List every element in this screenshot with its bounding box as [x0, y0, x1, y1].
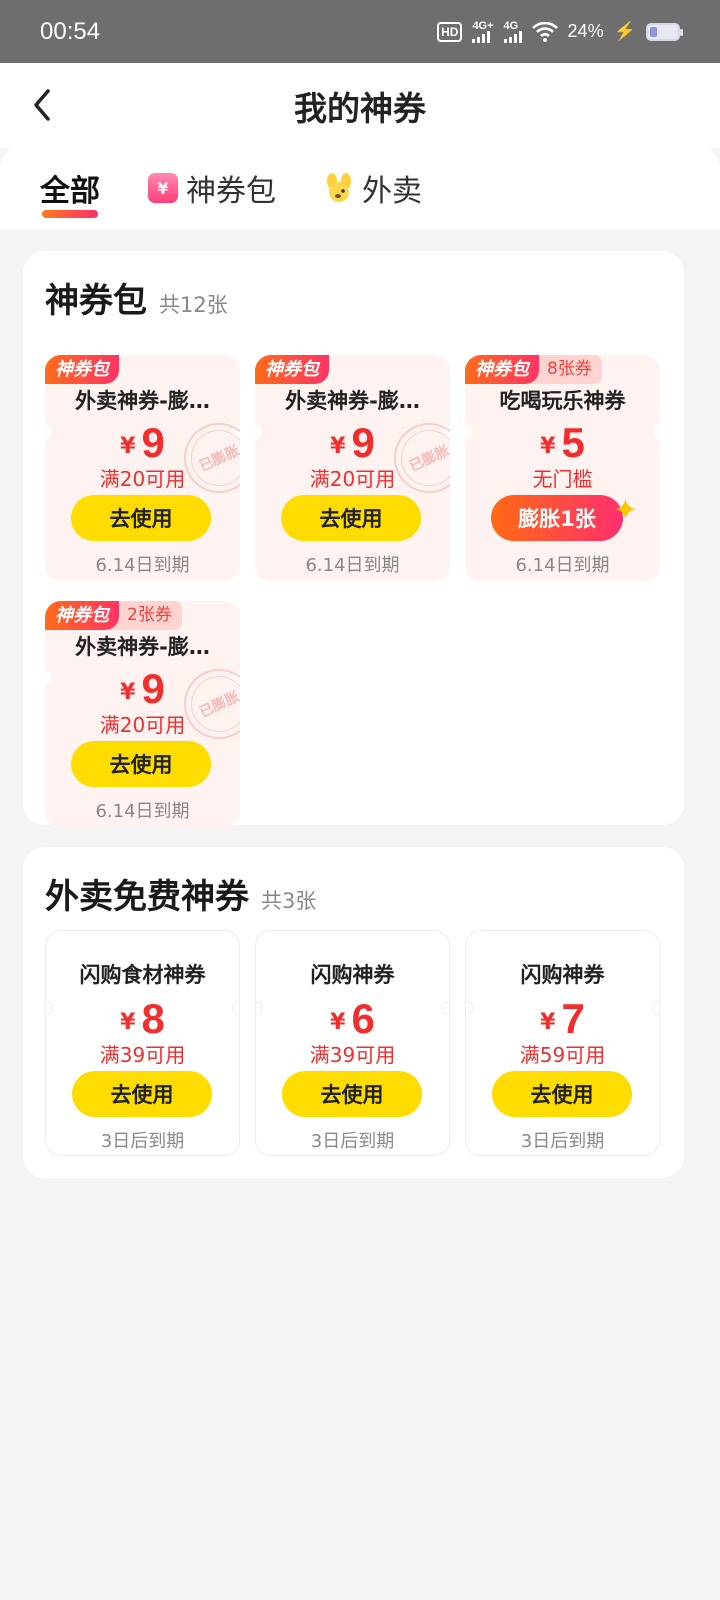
- coupon-amount: 8: [141, 995, 165, 1042]
- coupon-pack-icon: ¥: [148, 173, 178, 203]
- currency-symbol: ¥: [120, 434, 136, 459]
- tab-active-indicator: [42, 210, 98, 218]
- coupon-expiry: 6.14日到期: [305, 555, 400, 576]
- currency-symbol: ¥: [120, 1010, 136, 1035]
- status-time: 00:54: [40, 17, 101, 45]
- coupon-tag: 神券包: [465, 355, 539, 384]
- section-count: 共12张: [159, 293, 228, 317]
- network-type-2: 4G: [503, 19, 519, 32]
- coupon-tag: 神券包: [45, 355, 119, 384]
- tab-label: 神券包: [186, 174, 276, 209]
- coupon-tag: 神券包: [45, 601, 119, 630]
- coupon-card[interactable]: 神券包 外卖神券-膨… ¥9 满20可用 已膨胀 去使用 6.14日到期: [255, 355, 450, 581]
- coupon-pack-section: 神券包 共12张 神券包 外卖神券-膨… ¥9 满20可用 已膨胀 去使用 6.…: [23, 251, 684, 827]
- coupon-expiry: 3日后到期: [100, 1131, 185, 1152]
- tab-all[interactable]: 全部: [40, 146, 100, 230]
- coupon-name: 闪购神券: [310, 963, 395, 987]
- coupon-card[interactable]: 神券包 2张券 外卖神券-膨… ¥9 满20可用 已膨胀 去使用 6.14日到期: [45, 601, 240, 827]
- section-count: 共3张: [261, 889, 317, 913]
- coupon-condition: 满39可用: [309, 1043, 396, 1067]
- coupon-condition: 满39可用: [99, 1043, 186, 1067]
- coupon-price: ¥8: [46, 995, 239, 1042]
- tab-bar: 全部 ¥ 神券包 外卖: [0, 146, 720, 230]
- status-icons: HD 4G+ 4G 24% ⚡: [437, 19, 683, 43]
- coupon-expiry: 3日后到期: [520, 1131, 605, 1152]
- coupon-card[interactable]: 神券包 8张券 吃喝玩乐神券 ¥5 无门槛 膨胀1张 ✦ 6.14日到期: [465, 355, 660, 581]
- dog-mascot-icon: [327, 173, 351, 202]
- use-coupon-button[interactable]: 去使用: [282, 1071, 422, 1117]
- section-header: 神券包 共12张: [45, 273, 662, 329]
- use-coupon-button[interactable]: 去使用: [71, 741, 211, 787]
- coupon-expiry: 6.14日到期: [95, 801, 190, 822]
- hd-icon: HD: [437, 21, 463, 42]
- chevron-left-icon[interactable]: [28, 85, 58, 125]
- section-header: 外卖免费神券 共3张: [45, 869, 662, 925]
- charging-icon: ⚡: [613, 21, 636, 41]
- use-coupon-button[interactable]: 去使用: [492, 1071, 632, 1117]
- currency-symbol: ¥: [120, 680, 136, 705]
- tab-label: 外卖: [362, 174, 422, 209]
- coupon-price: ¥5: [465, 419, 660, 466]
- use-coupon-button[interactable]: 去使用: [71, 495, 211, 541]
- currency-symbol: ¥: [540, 1010, 556, 1035]
- signal-icon: 4G: [503, 19, 522, 43]
- battery-icon: [646, 22, 683, 41]
- wifi-icon: [531, 21, 558, 42]
- coupon-amount: 9: [141, 419, 165, 466]
- tab-coupon-pack[interactable]: ¥ 神券包: [148, 146, 276, 230]
- coupon-price: ¥7: [466, 995, 659, 1042]
- section-title: 外卖免费神券: [45, 877, 249, 917]
- page-title: 我的神券: [294, 88, 426, 128]
- coupon-card[interactable]: 闪购食材神券 ¥8 满39可用 去使用 3日后到期: [45, 930, 240, 1156]
- coupon-name: 外卖神券-膨…: [75, 635, 210, 659]
- coupon-card[interactable]: 闪购神券 ¥6 满39可用 去使用 3日后到期: [255, 930, 450, 1156]
- coupon-name: 外卖神券-膨…: [75, 389, 210, 413]
- coupon-amount: 9: [141, 665, 165, 712]
- coupon-amount: 6: [351, 995, 375, 1042]
- coupon-amount: 9: [351, 419, 375, 466]
- coupon-expiry: 6.14日到期: [95, 555, 190, 576]
- coupon-expiry: 3日后到期: [310, 1131, 395, 1152]
- section-title: 神券包: [45, 281, 147, 321]
- coupon-amount: 7: [561, 995, 585, 1042]
- coupon-name: 吃喝玩乐神券: [499, 389, 626, 413]
- free-coupons-section: 外卖免费神券 共3张 闪购食材神券 ¥8 满39可用 去使用 3日后到期 闪购神…: [23, 847, 684, 1178]
- currency-symbol: ¥: [540, 434, 556, 459]
- network-type-1: 4G+: [472, 19, 494, 32]
- tab-takeout[interactable]: 外卖: [324, 146, 422, 230]
- coupon-name: 闪购食材神券: [79, 963, 206, 987]
- coupon-card[interactable]: 闪购神券 ¥7 满59可用 去使用 3日后到期: [465, 930, 660, 1156]
- coupon-expiry: 6.14日到期: [515, 555, 610, 576]
- coupon-price: ¥6: [256, 995, 449, 1042]
- coupon-name: 外卖神券-膨…: [285, 389, 420, 413]
- coupon-name: 闪购神券: [520, 963, 605, 987]
- signal-icon: 4G+: [472, 19, 494, 43]
- header: 我的神券: [0, 63, 720, 148]
- use-coupon-button[interactable]: 去使用: [72, 1071, 212, 1117]
- currency-symbol: ¥: [330, 1010, 346, 1035]
- currency-symbol: ¥: [330, 434, 346, 459]
- battery-percent: 24%: [567, 21, 604, 41]
- sparkle-icon: ✦: [613, 493, 639, 528]
- status-bar: 00:54 HD 4G+ 4G 24% ⚡: [0, 0, 720, 63]
- coupon-card[interactable]: 神券包 外卖神券-膨… ¥9 满20可用 已膨胀 去使用 6.14日到期: [45, 355, 240, 581]
- coupon-condition: 无门槛: [532, 467, 593, 491]
- coupon-condition: 满59可用: [519, 1043, 606, 1067]
- tab-label: 全部: [40, 174, 100, 209]
- use-coupon-button[interactable]: 去使用: [281, 495, 421, 541]
- coupon-tag: 神券包: [255, 355, 329, 384]
- expand-coupon-button[interactable]: 膨胀1张: [491, 495, 623, 541]
- coupon-amount: 5: [561, 419, 585, 466]
